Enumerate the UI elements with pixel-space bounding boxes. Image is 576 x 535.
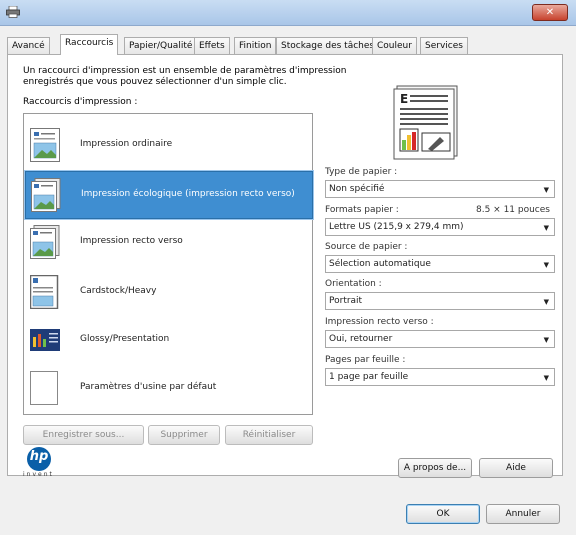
shortcut-label: Impression écologique (impression recto … bbox=[81, 189, 295, 199]
reset-button[interactable]: Réinitialiser bbox=[225, 425, 313, 445]
close-icon: ✕ bbox=[545, 7, 555, 18]
pages-per-sheet-value: 1 page par feuille bbox=[329, 372, 409, 382]
document-image-icon bbox=[30, 128, 60, 162]
document-preview-icon: E bbox=[393, 85, 458, 160]
shortcut-item-defaut[interactable]: Paramètres d'usine par défaut bbox=[25, 365, 311, 411]
tab-raccourcis[interactable]: Raccourcis bbox=[60, 34, 119, 55]
duplex-document-icon bbox=[31, 178, 61, 212]
duplex-label: Impression recto verso : bbox=[325, 317, 434, 327]
duplex-select[interactable]: Oui, retourner ▼ bbox=[325, 330, 555, 348]
pages-per-sheet-select[interactable]: 1 page par feuille ▼ bbox=[325, 368, 555, 386]
shortcut-item-recto-verso[interactable]: Impression recto verso bbox=[25, 219, 311, 265]
title-bar bbox=[0, 0, 576, 26]
intro-text-line1: Un raccourci d'impression est un ensembl… bbox=[23, 66, 347, 76]
ok-button[interactable]: OK bbox=[406, 504, 480, 524]
shortcut-label: Impression ordinaire bbox=[80, 139, 173, 149]
tab-avance[interactable]: Avancé bbox=[7, 37, 50, 54]
tab-stockage[interactable]: Stockage des tâches bbox=[276, 37, 380, 54]
shortcut-label: Glossy/Presentation bbox=[80, 334, 170, 344]
paper-source-value: Sélection automatique bbox=[329, 259, 431, 269]
orientation-label: Orientation : bbox=[325, 279, 382, 289]
pages-per-sheet-label: Pages par feuille : bbox=[325, 355, 406, 365]
tab-couleur[interactable]: Couleur bbox=[372, 37, 417, 54]
help-button[interactable]: Aide bbox=[479, 458, 553, 478]
presentation-icon bbox=[30, 329, 60, 351]
cardstock-icon bbox=[30, 275, 59, 309]
shortcut-item-cardstock[interactable]: Cardstock/Heavy bbox=[25, 269, 311, 315]
hp-logo-text: hp bbox=[29, 449, 49, 464]
chevron-down-icon: ▼ bbox=[543, 224, 549, 232]
paper-source-select[interactable]: Sélection automatique ▼ bbox=[325, 255, 555, 273]
about-button[interactable]: A propos de... bbox=[398, 458, 472, 478]
duplex-value: Oui, retourner bbox=[329, 334, 393, 344]
paper-size-label: Formats papier : bbox=[325, 205, 399, 215]
blank-page-icon bbox=[30, 371, 58, 405]
tab-effets[interactable]: Effets bbox=[194, 37, 230, 54]
shortcut-label: Paramètres d'usine par défaut bbox=[80, 382, 217, 392]
chevron-down-icon: ▼ bbox=[543, 298, 549, 306]
shortcut-item-glossy[interactable]: Glossy/Presentation bbox=[25, 317, 311, 363]
duplex-document-icon bbox=[30, 225, 60, 259]
tab-finition[interactable]: Finition bbox=[234, 37, 277, 54]
paper-type-value: Non spécifié bbox=[329, 184, 385, 194]
chevron-down-icon: ▼ bbox=[543, 374, 549, 382]
chevron-down-icon: ▼ bbox=[543, 336, 549, 344]
tab-services[interactable]: Services bbox=[420, 37, 468, 54]
paper-type-select[interactable]: Non spécifié ▼ bbox=[325, 180, 555, 198]
hp-logo-tagline: invent bbox=[23, 471, 54, 478]
shortcut-item-ecologique[interactable]: Impression écologique (impression recto … bbox=[25, 171, 313, 219]
orientation-value: Portrait bbox=[329, 296, 363, 306]
hp-logo: hp invent bbox=[23, 447, 65, 478]
delete-button[interactable]: Supprimer bbox=[148, 425, 220, 445]
cancel-button[interactable]: Annuler bbox=[486, 504, 560, 524]
chevron-down-icon: ▼ bbox=[543, 261, 549, 269]
shortcuts-label: Raccourcis d'impression : bbox=[23, 97, 138, 107]
close-button[interactable]: ✕ bbox=[532, 4, 568, 21]
shortcut-item-ordinaire[interactable]: Impression ordinaire bbox=[25, 122, 311, 168]
paper-size-dimensions: 8.5 × 11 pouces bbox=[476, 205, 550, 215]
tab-papier-qualite[interactable]: Papier/Qualité bbox=[124, 37, 198, 54]
chevron-down-icon: ▼ bbox=[543, 186, 549, 194]
shortcut-list[interactable]: Impression ordinaire Impression écologiq… bbox=[23, 113, 313, 415]
orientation-select[interactable]: Portrait ▼ bbox=[325, 292, 555, 310]
printer-icon bbox=[6, 6, 20, 18]
paper-source-label: Source de papier : bbox=[325, 242, 408, 252]
paper-type-label: Type de papier : bbox=[325, 167, 398, 177]
paper-size-select[interactable]: Lettre US (215,9 x 279,4 mm) ▼ bbox=[325, 218, 555, 236]
svg-text:E: E bbox=[400, 92, 408, 106]
shortcut-label: Cardstock/Heavy bbox=[80, 286, 157, 296]
shortcut-label: Impression recto verso bbox=[80, 236, 183, 246]
save-as-button[interactable]: Enregistrer sous... bbox=[23, 425, 144, 445]
paper-size-value: Lettre US (215,9 x 279,4 mm) bbox=[329, 222, 464, 232]
intro-text-line2: enregistrés que vous pouvez sélectionner… bbox=[23, 77, 287, 87]
